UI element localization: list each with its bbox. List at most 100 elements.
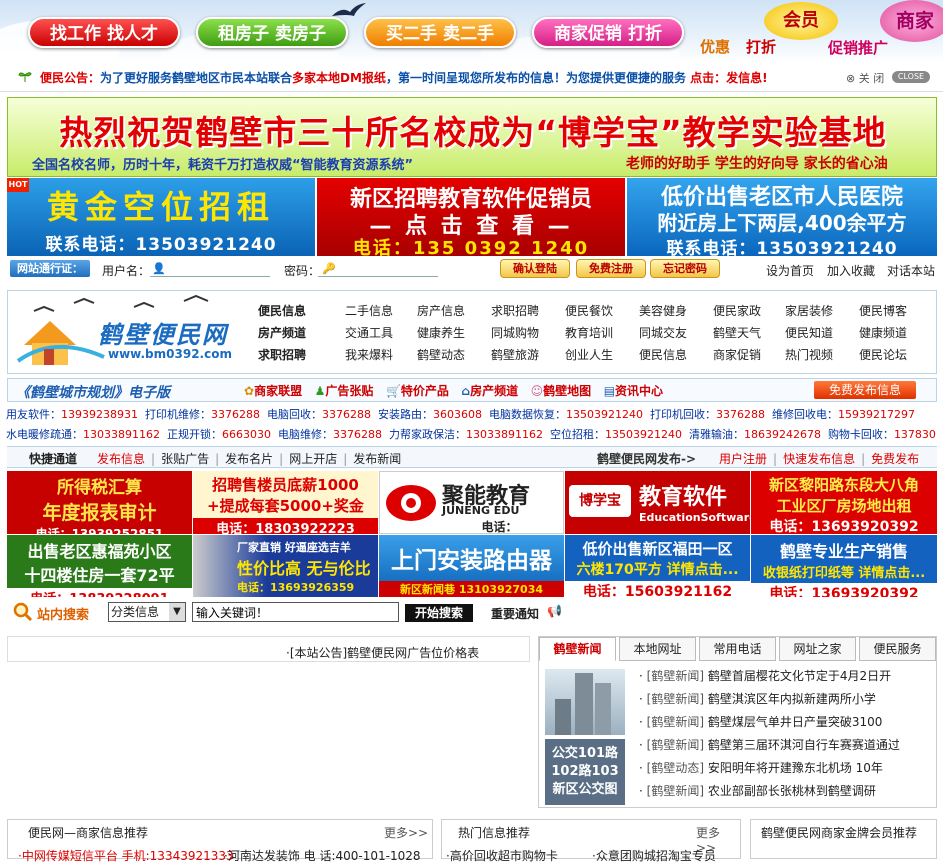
notice-close-badge[interactable]: CLOSE (892, 71, 930, 83)
news-tab[interactable]: 便民服务 (859, 637, 936, 661)
ticker-label[interactable]: 清雅输油： (689, 428, 744, 441)
merchant-info-more[interactable]: 更多>> (384, 824, 428, 841)
quick-item[interactable]: 网上开店 (289, 452, 337, 466)
ticker-label[interactable]: 维修回收电： (772, 408, 838, 421)
ad-bxb-software[interactable]: 博学宝 教育软件 EducationSoftware (565, 471, 750, 534)
search-button[interactable]: 开始搜索 (405, 604, 473, 622)
nav-link[interactable]: 热门视频 (785, 346, 833, 363)
ticker-label[interactable]: 用友软件： (6, 408, 61, 421)
nav-pill-secondhand[interactable]: 买二手 卖二手 (364, 17, 516, 48)
news-title[interactable]: 鹤壁第三届环淇河自行车赛赛道通过 (708, 738, 900, 752)
ticker-label[interactable]: 电脑数据恢复： (489, 408, 566, 421)
password-input[interactable] (318, 260, 438, 277)
nav-link[interactable]: 家居装修 (785, 302, 833, 319)
nav-link[interactable]: 我来爆料 (345, 346, 393, 363)
strip-item-news[interactable]: 资讯中心 (615, 384, 663, 398)
news-title[interactable]: 农业部副部长张桃林到鹤壁调研 (708, 784, 876, 798)
set-homepage-link[interactable]: 设为首页 (766, 262, 814, 279)
strip-item-special[interactable]: 特价产品 (401, 384, 449, 398)
contact-site-link[interactable]: 对话本站 (887, 262, 935, 279)
merchant-info-item-2[interactable]: ·河南达发装饰 电 话:400-101-1028 (224, 847, 421, 864)
notice-click-link[interactable]: 点击：发信息! (690, 71, 767, 85)
ticker-phone[interactable]: 13503921240 (605, 428, 682, 441)
news-item[interactable]: · [鹤壁新闻] 鹤壁首届樱花文化节定于4月2日开 (639, 667, 891, 684)
forgot-password-button[interactable]: 忘记密码 (650, 259, 720, 278)
nav-link[interactable]: 鹤壁动态 (417, 346, 465, 363)
notice-close-button[interactable]: ⊗ 关 闭 (846, 70, 884, 86)
ad-factory-direct[interactable]: 厂家直销 好逼座选吉羊 性价比高 无与伦比 电话：13693926359 (193, 535, 378, 597)
news-item[interactable]: · [鹤壁动态] 安阳明年将开建豫东北机场 10年 (639, 759, 883, 776)
ticker-label[interactable]: 电脑回收： (267, 408, 322, 421)
hot-info-item-1[interactable]: ·高价回收超市购物卡 (446, 847, 558, 864)
ticker-label[interactable]: 电脑维修： (278, 428, 333, 441)
strip-item-poster[interactable]: 广告张贴 (325, 384, 373, 398)
news-title[interactable]: 安阳明年将开建豫东北机场 10年 (708, 761, 883, 775)
add-favorite-link[interactable]: 加入收藏 (827, 262, 875, 279)
news-photo-1[interactable] (545, 669, 625, 735)
news-title[interactable]: 鹤壁首届樱花文化节定于4月2日开 (708, 669, 891, 683)
quick-item[interactable]: 发布新闻 (353, 452, 401, 466)
nav-link[interactable]: 便民信息 (258, 302, 306, 319)
news-item[interactable]: · [鹤壁新闻] 鹤壁淇滨区年内拟新建两所小学 (639, 690, 876, 707)
important-notice-label[interactable]: 重要通知 (491, 605, 539, 622)
nav-link[interactable]: 商家促销 (713, 346, 761, 363)
news-tab[interactable]: 鹤壁新闻 (539, 637, 616, 661)
quick-right-item[interactable]: 快速发布信息 (783, 452, 855, 466)
main-banner[interactable]: 热烈祝贺鹤壁市三十所名校成为“博学宝”教学实验基地 全国名校名师，历时十年，耗资… (7, 97, 937, 177)
hot-info-item-2[interactable]: ·众意团购城招淘宝专员 (592, 847, 716, 864)
ticker-label[interactable]: 水电暖修疏通： (6, 428, 83, 441)
ticker-phone[interactable]: 18639242678 (744, 428, 821, 441)
merchant-bubble[interactable]: 商家 (880, 0, 943, 42)
news-title[interactable]: 鹤壁煤层气单井日产量突破3100 (708, 715, 883, 729)
ticker-phone[interactable]: 13783022777 (894, 428, 936, 441)
news-tab[interactable]: 本地网址 (619, 637, 696, 661)
ticker-phone[interactable]: 13939238931 (61, 408, 138, 421)
nav-link[interactable]: 交通工具 (345, 324, 393, 341)
strip-item-housing[interactable]: 房产频道 (470, 384, 518, 398)
nav-link[interactable]: 创业人生 (565, 346, 613, 363)
free-post-button[interactable]: 免费发布信息 (814, 381, 916, 399)
strip-item-map[interactable]: 鹤壁地图 (543, 384, 591, 398)
nav-link[interactable]: 房产信息 (417, 302, 465, 319)
quick-item[interactable]: 发布名片 (225, 452, 273, 466)
announcement-link[interactable]: ·[本站公告]鹤壁便民网广告位价格表 (286, 644, 479, 661)
news-photo-2[interactable]: 公交101路 102路103 新区公交图 (545, 739, 625, 805)
username-input[interactable] (150, 260, 270, 277)
ad-router-install[interactable]: 上门安装路由器 新区新闻巷 13103927034 (379, 535, 564, 597)
nav-link[interactable]: 同城交友 (639, 324, 687, 341)
nav-link[interactable]: 便民餐饮 (565, 302, 613, 319)
ticker-phone[interactable]: 6663030 (222, 428, 271, 441)
nav-link[interactable]: 房产频道 (258, 324, 306, 341)
login-button[interactable]: 确认登陆 (500, 259, 570, 278)
ticker-label[interactable]: 正规开锁： (167, 428, 222, 441)
ticker-phone[interactable]: 13503921240 (566, 408, 643, 421)
nav-link[interactable]: 鹤壁旅游 (491, 346, 539, 363)
member-bubble[interactable]: 会员 (764, 2, 838, 40)
news-item[interactable]: · [鹤壁新闻] 鹤壁第三届环淇河自行车赛赛道通过 (639, 736, 900, 753)
nav-link[interactable]: 便民论坛 (859, 346, 907, 363)
nav-link[interactable]: 便民知道 (785, 324, 833, 341)
nav-link[interactable]: 健康频道 (859, 324, 907, 341)
search-input[interactable] (192, 602, 399, 622)
quick-right-item[interactable]: 用户注册 (719, 452, 767, 466)
ticker-phone[interactable]: 3376288 (333, 428, 382, 441)
ticker-phone[interactable]: 15939217297 (838, 408, 915, 421)
ticker-label[interactable]: 打印机维修： (145, 408, 211, 421)
ad-sales-hiring[interactable]: 招聘售楼员底薪1000 +提成每套5000+奖金 电话：18303922223 (193, 471, 378, 534)
nav-link[interactable]: 鹤壁天气 (713, 324, 761, 341)
nav-link[interactable]: 同城购物 (491, 324, 539, 341)
ticker-label[interactable]: 安装路由： (378, 408, 433, 421)
ad-huifuyuan-house[interactable]: 出售老区惠福苑小区 十四楼住房一套72平 电话：13839228091 (7, 535, 192, 597)
nav-link[interactable]: 便民博客 (859, 302, 907, 319)
quick-item[interactable]: 发布信息 (97, 452, 145, 466)
ad-futian-house[interactable]: 低价出售新区福田一区 六楼170平方 详情点击... 电话：1560392116… (565, 535, 750, 597)
ad-factory-rent[interactable]: 新区黎阳路东段大八角 工业区厂房场地出租 电话：13693920392 (751, 471, 937, 534)
news-tab[interactable]: 网址之家 (779, 637, 856, 661)
ticker-phone[interactable]: 13033891162 (466, 428, 543, 441)
nav-pill-jobs[interactable]: 找工作 找人才 (28, 17, 180, 48)
city-plan-link[interactable]: 《鹤壁城市规划》电子版 (16, 382, 170, 402)
ticker-label[interactable]: 空位招租： (550, 428, 605, 441)
ticker-phone[interactable]: 3376288 (716, 408, 765, 421)
nav-link[interactable]: 美容健身 (639, 302, 687, 319)
nav-pill-housing[interactable]: 租房子 卖房子 (196, 17, 348, 48)
